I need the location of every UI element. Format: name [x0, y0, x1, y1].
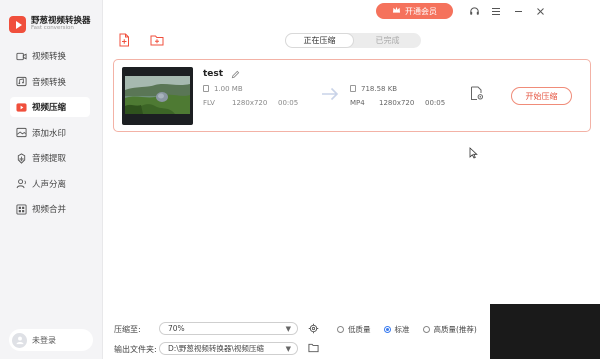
- mouse-cursor-icon: [469, 147, 478, 159]
- thumbnail-image: [125, 76, 190, 114]
- sidebar-item-label: 视频合并: [32, 205, 67, 215]
- sidebar-item-label: 音频提取: [32, 154, 67, 164]
- screen-corner-overlay: [490, 304, 600, 359]
- source-resolution: 1280x720: [232, 99, 268, 107]
- quality-option-label: 低质量: [348, 325, 371, 334]
- sidebar-item-label: 添加水印: [32, 128, 67, 139]
- user-status-label: 未登录: [32, 335, 56, 345]
- video-compress-icon: [16, 102, 27, 113]
- quality-options: 低质量 标准 高质量(推荐): [337, 324, 490, 335]
- crown-icon: [392, 6, 401, 16]
- radio-button[interactable]: [337, 326, 344, 333]
- source-size: 1.00 MB: [203, 85, 243, 93]
- toolbar: [117, 32, 164, 47]
- add-file-button[interactable]: [117, 32, 132, 47]
- sidebar-item-add-watermark[interactable]: 添加水印: [10, 123, 90, 143]
- sidebar-item-audio-extract[interactable]: 音频提取: [10, 148, 90, 168]
- output-folder-label: 输出文件夹:: [114, 345, 157, 354]
- audio-extract-icon: [16, 152, 27, 164]
- target-resolution: 1280x720: [379, 99, 415, 107]
- file-name-row: test: [203, 69, 240, 79]
- output-folder-select[interactable]: D:\野葱视频转换器\视频压缩 ▼: [159, 342, 298, 355]
- add-folder-icon: [150, 35, 163, 45]
- quality-option-low[interactable]: 低质量: [337, 324, 371, 335]
- sidebar-item-video-merge[interactable]: 视频合并: [10, 199, 90, 219]
- audio-convert-icon: [16, 76, 27, 87]
- sidebar-item-video-convert[interactable]: 视频转换: [10, 46, 90, 66]
- headset-icon: [469, 6, 479, 15]
- file-icon: [203, 85, 209, 92]
- app-logo-icon: [9, 16, 26, 33]
- sidebar-nav: 视频转换 音频转换 视频压缩 添加水印 音频提取 人声分离 视频合并: [0, 46, 102, 219]
- source-format: FLV: [203, 99, 215, 107]
- close-icon: [536, 7, 544, 15]
- titlebar: 开通会员: [103, 0, 600, 22]
- app-logo: 野葱视频转换器 Fast conversion: [0, 0, 102, 38]
- user-login-button[interactable]: 未登录: [9, 329, 93, 351]
- tab-compressing[interactable]: 正在压缩: [285, 33, 354, 48]
- source-duration: 00:05: [278, 99, 299, 107]
- sidebar-item-label: 音频转换: [32, 77, 67, 88]
- sidebar-item-label: 视频转换: [32, 52, 67, 62]
- video-convert-icon: [16, 51, 27, 62]
- radio-button-selected[interactable]: [383, 326, 391, 333]
- watermark-icon: [16, 127, 27, 138]
- radio-button[interactable]: [422, 326, 430, 333]
- menu-icon: [492, 7, 500, 15]
- sidebar-item-vocal-separate[interactable]: 人声分离: [10, 174, 90, 194]
- add-file-icon: [119, 33, 129, 46]
- sidebar-item-label: 人声分离: [32, 179, 67, 190]
- quality-option-standard[interactable]: 标准: [383, 324, 410, 335]
- compress-ratio-label: 压缩至:: [114, 325, 141, 334]
- close-button[interactable]: [533, 4, 547, 18]
- output-settings-icon[interactable]: [470, 86, 484, 101]
- quality-option-label: 标准: [394, 325, 410, 334]
- file-icon: [350, 85, 356, 92]
- file-item-card: test 1.00 MB FLV 1280x720 00:05 718.58 K…: [113, 59, 591, 132]
- minimize-icon: [514, 10, 522, 12]
- target-duration: 00:05: [425, 99, 446, 107]
- status-tabs: 正在压缩 已完成: [285, 33, 421, 48]
- quality-option-label: 高质量(推荐): [433, 325, 477, 334]
- video-merge-icon: [16, 203, 27, 215]
- support-button[interactable]: [467, 4, 481, 18]
- sidebar-item-audio-convert[interactable]: 音频转换: [10, 72, 90, 92]
- sidebar-item-video-compress[interactable]: 视频压缩: [10, 97, 90, 117]
- video-thumbnail: [122, 67, 193, 125]
- vip-button[interactable]: 开通会员: [376, 3, 453, 19]
- arrow-right-icon: [322, 87, 339, 101]
- folder-icon[interactable]: [308, 343, 319, 353]
- chevron-down-icon: ▼: [285, 325, 291, 333]
- vip-label: 开通会员: [405, 6, 437, 16]
- avatar: [12, 332, 27, 348]
- gear-icon[interactable]: [308, 323, 319, 334]
- vocal-separate-icon: [16, 178, 27, 189]
- quality-option-high[interactable]: 高质量(推荐): [422, 324, 477, 335]
- sidebar-item-label: 视频压缩: [32, 103, 67, 113]
- app-window: 野葱视频转换器 Fast conversion 视频转换 音频转换 视频压缩 添…: [0, 0, 600, 359]
- app-subtitle: Fast conversion: [31, 25, 74, 32]
- target-size: 718.58 KB: [350, 85, 397, 93]
- compress-ratio-value: 70%: [168, 324, 185, 333]
- menu-button[interactable]: [489, 4, 503, 18]
- output-folder-value: D:\野葱视频转换器\视频压缩: [168, 344, 264, 353]
- minimize-button[interactable]: [511, 4, 525, 18]
- tab-completed[interactable]: 已完成: [354, 33, 421, 48]
- target-format: MP4: [350, 99, 365, 107]
- chevron-down-icon: ▼: [285, 345, 291, 353]
- compress-ratio-select[interactable]: 70% ▼: [159, 322, 298, 335]
- edit-icon[interactable]: [231, 70, 240, 79]
- add-folder-button[interactable]: [149, 32, 164, 47]
- file-name: test: [203, 69, 224, 79]
- start-compress-button[interactable]: 开始压缩: [511, 87, 572, 105]
- sidebar: 野葱视频转换器 Fast conversion 视频转换 音频转换 视频压缩 添…: [0, 0, 103, 359]
